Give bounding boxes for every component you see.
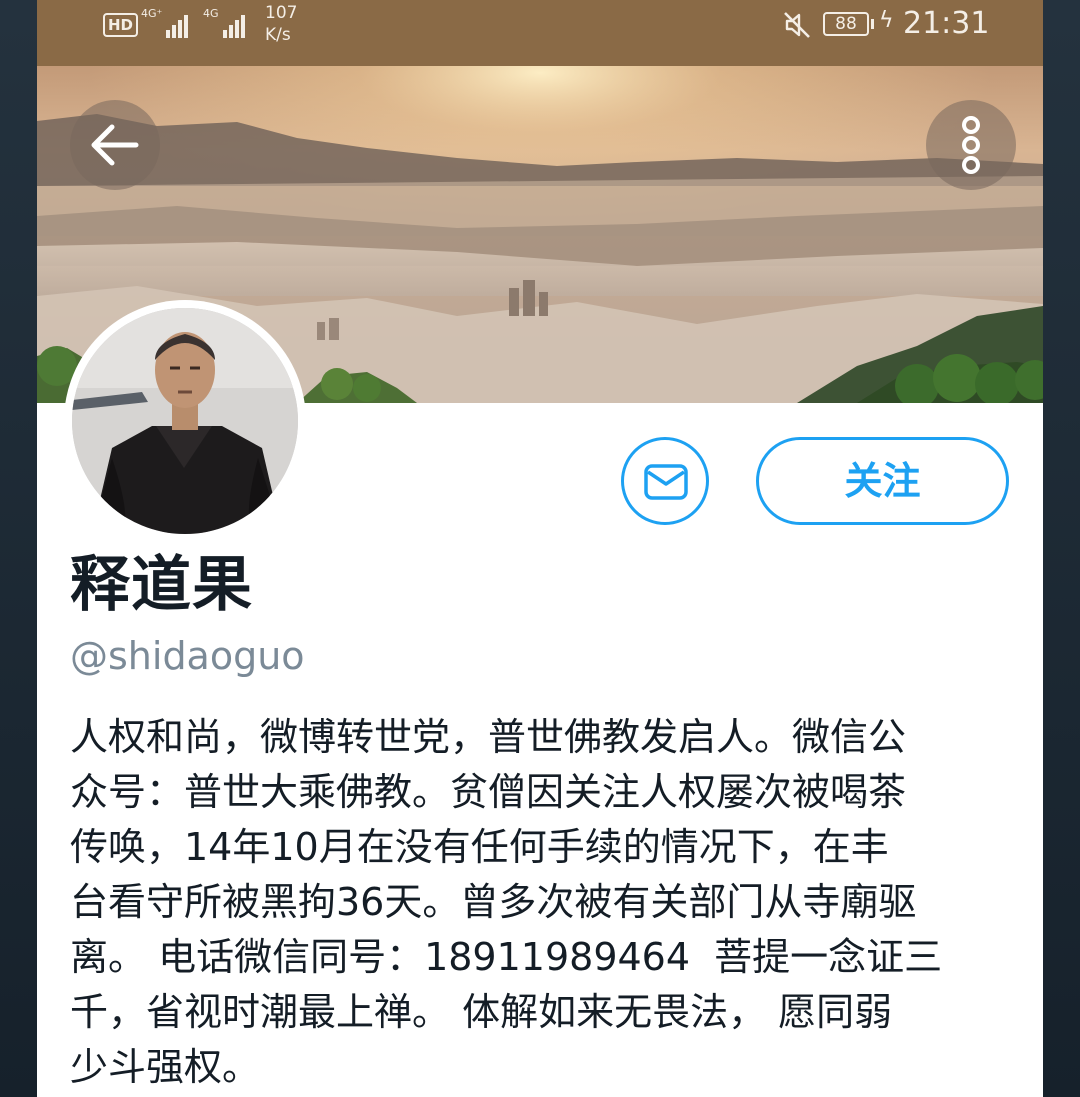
left-gutter	[0, 0, 37, 1097]
follow-button[interactable]: 关注	[756, 437, 1009, 525]
signal-strength-icon-1: 4G⁺	[141, 7, 189, 38]
signal-1-label: 4G⁺	[141, 7, 163, 20]
envelope-icon	[644, 464, 688, 500]
mute-icon	[784, 12, 810, 38]
network-speed-value: 107	[265, 3, 298, 23]
network-speed-unit: K/s	[265, 25, 291, 45]
avatar[interactable]	[64, 300, 306, 542]
signal-strength-icon-2: 4G	[203, 8, 245, 38]
profile-bio: 人权和尚，微博转世党，普世佛教发启人。微信公 众号：普世大乘佛教。贫僧因关注人权…	[70, 715, 943, 1089]
profile-handle: @shidaoguo	[70, 634, 305, 678]
signal-2-label: 4G	[203, 7, 219, 20]
back-button[interactable]	[70, 100, 160, 190]
more-vertical-icon	[962, 116, 980, 174]
network-speed: 107 K/s	[265, 2, 297, 46]
hd-badge: HD	[103, 13, 139, 37]
battery-indicator: 88	[823, 12, 869, 36]
avatar-photo	[72, 308, 298, 534]
profile-display-name: 释道果	[70, 550, 253, 620]
arrow-left-icon	[91, 124, 139, 166]
message-button[interactable]	[621, 437, 709, 525]
clock: 21:31	[903, 6, 990, 41]
charging-icon: ϟ	[879, 8, 894, 33]
profile-screen: HD 4G⁺ 4G 107 K/s 88 ϟ 21:31 关注 释道果 @shi…	[37, 0, 1043, 1097]
status-bar: HD 4G⁺ 4G 107 K/s 88 ϟ 21:31	[37, 0, 1043, 66]
battery-nub	[871, 19, 874, 29]
more-options-button[interactable]	[926, 100, 1016, 190]
right-gutter	[1043, 0, 1080, 1097]
